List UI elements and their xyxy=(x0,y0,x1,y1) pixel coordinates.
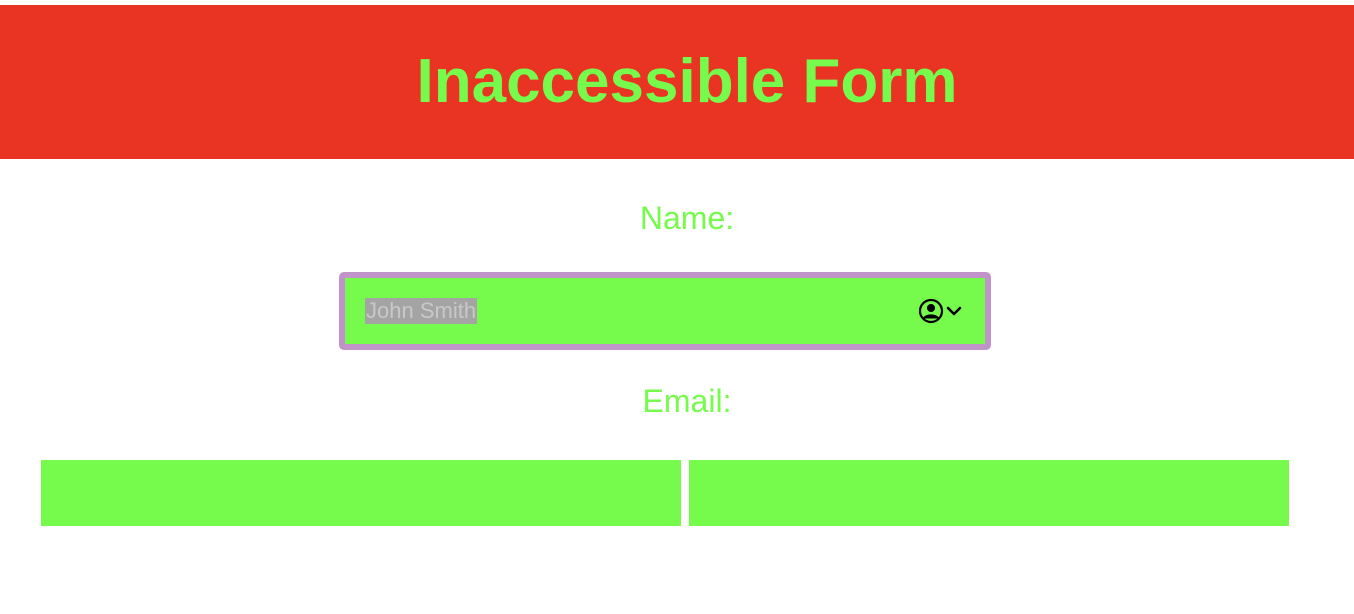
name-input[interactable] xyxy=(345,278,905,344)
autofill-button[interactable] xyxy=(915,296,967,326)
email-label: Email: xyxy=(642,383,732,419)
contact-autofill-icon xyxy=(918,298,962,324)
email-input-2[interactable] xyxy=(689,460,1289,526)
name-label: Name: xyxy=(639,200,735,236)
name-field[interactable]: John Smith xyxy=(339,272,991,350)
page: Inaccessible Form Name: John Smith Email… xyxy=(0,0,1354,614)
header-banner: Inaccessible Form xyxy=(0,5,1354,159)
email-input-1[interactable] xyxy=(41,460,681,526)
page-title: Inaccessible Form xyxy=(416,47,958,116)
